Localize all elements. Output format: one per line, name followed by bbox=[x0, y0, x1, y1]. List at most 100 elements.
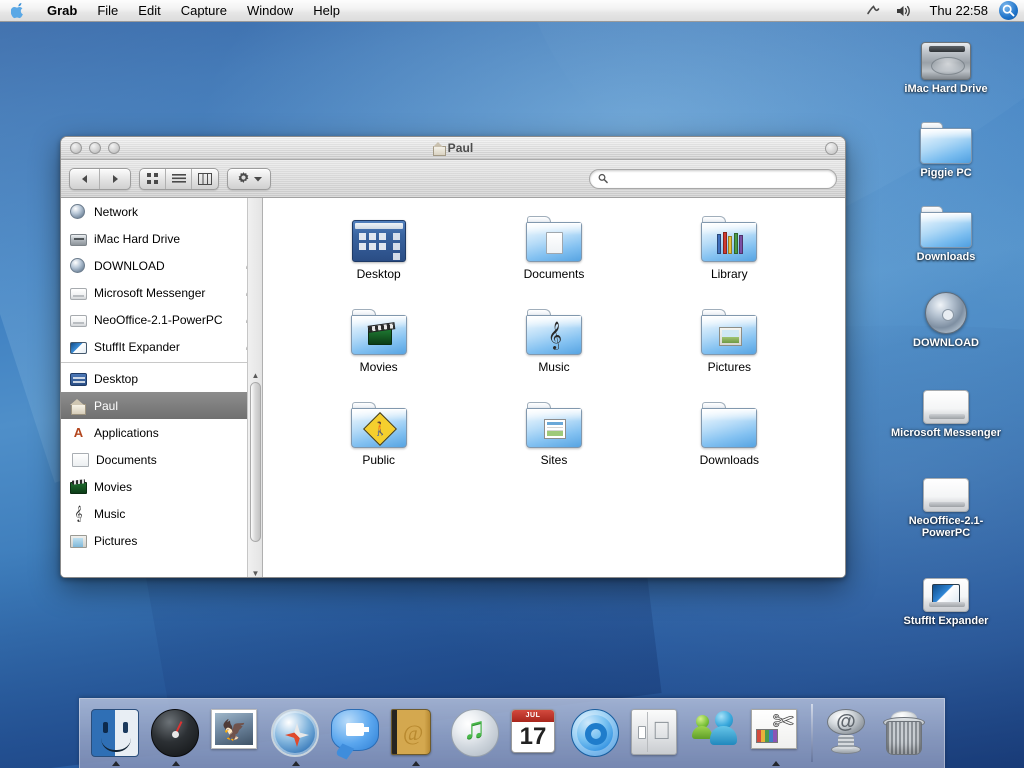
msn-messenger-icon[interactable] bbox=[691, 709, 741, 759]
menu-item-edit[interactable]: Edit bbox=[128, 0, 170, 21]
view-mode-buttons[interactable] bbox=[139, 167, 219, 190]
sidebar-item-documents[interactable]: Documents bbox=[61, 446, 262, 473]
file-item-sites[interactable]: Sites bbox=[466, 396, 641, 467]
toggle-toolbar-button[interactable] bbox=[825, 142, 838, 155]
menu-item-grab[interactable]: Grab bbox=[37, 0, 87, 21]
bluetooth-icon[interactable] bbox=[858, 0, 888, 21]
dock[interactable]: JUL 17  ✄ @ bbox=[79, 698, 945, 768]
dock-item-address-book[interactable] bbox=[386, 702, 446, 766]
desktop-icon-download[interactable]: DOWNLOAD bbox=[886, 282, 1006, 349]
sidebar-item-music[interactable]: 𝄞 Music bbox=[61, 500, 262, 527]
dock-item-quicktime[interactable] bbox=[566, 702, 626, 766]
sidebar-item-pictures[interactable]: Pictures bbox=[61, 527, 262, 554]
itunes-icon[interactable] bbox=[451, 709, 501, 759]
dock-item-system-preferences[interactable]:  bbox=[626, 702, 686, 766]
ical-day-label: 17 bbox=[519, 723, 547, 750]
navigation-buttons[interactable] bbox=[69, 167, 131, 190]
sidebar-item-applications[interactable]: A Applications bbox=[61, 419, 262, 446]
trash-full-icon[interactable] bbox=[883, 709, 933, 759]
safari-icon[interactable] bbox=[271, 709, 321, 759]
desktop-icon-stuffit-expander[interactable]: StuffIt Expander bbox=[886, 560, 1006, 627]
dock-item-itunes[interactable] bbox=[446, 702, 506, 766]
disk-image-icon bbox=[886, 282, 1006, 334]
dock-item-finder[interactable] bbox=[86, 702, 146, 766]
file-item-library[interactable]: Library bbox=[642, 210, 817, 281]
grab-icon[interactable]: ✄ bbox=[751, 706, 801, 759]
finder-sidebar[interactable]: Network iMac Hard Drive DOWNLOAD ⏏ Micro… bbox=[61, 198, 263, 578]
close-button[interactable] bbox=[70, 142, 82, 154]
window-title-bar[interactable]: Paul bbox=[61, 137, 845, 160]
menu-bar-clock[interactable]: Thu 22:58 bbox=[920, 3, 997, 18]
dock-item-msn-messenger[interactable] bbox=[686, 702, 746, 766]
minimize-button[interactable] bbox=[89, 142, 101, 154]
mail-icon[interactable] bbox=[211, 709, 261, 759]
ichat-icon[interactable] bbox=[331, 709, 381, 759]
file-item-desktop[interactable]: Desktop bbox=[291, 210, 466, 281]
file-item-pictures[interactable]: Pictures bbox=[642, 303, 817, 374]
dock-item-mail[interactable] bbox=[206, 702, 266, 766]
file-item-documents[interactable]: Documents bbox=[466, 210, 641, 281]
sidebar-item-neooffice[interactable]: NeoOffice-2.1-PowerPC ⏏ bbox=[61, 306, 262, 333]
zoom-button[interactable] bbox=[108, 142, 120, 154]
dock-item-dashboard[interactable] bbox=[146, 702, 206, 766]
scissors-icon: ✄ bbox=[772, 706, 794, 736]
ical-icon[interactable]: JUL 17 bbox=[511, 709, 561, 759]
finder-icon[interactable] bbox=[91, 709, 141, 759]
sidebar-item-imac-hard-drive[interactable]: iMac Hard Drive bbox=[61, 225, 262, 252]
quicktime-icon[interactable] bbox=[571, 709, 621, 759]
scroll-down-icon[interactable]: ▼ bbox=[248, 566, 262, 578]
address-book-icon[interactable] bbox=[391, 709, 441, 759]
action-gear-button[interactable] bbox=[227, 167, 271, 190]
file-item-music[interactable]: 𝄞 Music bbox=[466, 303, 641, 374]
home-icon bbox=[70, 398, 87, 415]
search-field[interactable] bbox=[589, 168, 837, 189]
dock-item-grab[interactable]: ✄ bbox=[746, 702, 806, 766]
file-item-public[interactable]: 🚶 Public bbox=[291, 396, 466, 467]
finder-file-area[interactable]: Desktop Documents Library Movies 𝄞 Music… bbox=[263, 198, 845, 577]
sidebar-item-microsoft-messenger[interactable]: Microsoft Messenger ⏏ bbox=[61, 279, 262, 306]
finder-window[interactable]: Paul Network iMac Hard Drive DOWNLOAD Mi… bbox=[60, 136, 846, 578]
window-controls[interactable] bbox=[61, 142, 120, 154]
dock-item-internet[interactable]: @ bbox=[818, 702, 878, 766]
column-view-icon[interactable] bbox=[192, 169, 218, 189]
file-item-movies[interactable]: Movies bbox=[291, 303, 466, 374]
sidebar-scrollbar-thumb[interactable] bbox=[250, 382, 261, 542]
spotlight-search-icon[interactable] bbox=[999, 1, 1018, 20]
icon-view-icon[interactable] bbox=[140, 168, 166, 189]
desktop-icon-piggie-pc[interactable]: Piggie PC bbox=[886, 112, 1006, 179]
desktop-icon-microsoft-messenger[interactable]: Microsoft Messenger bbox=[880, 372, 1012, 439]
apple-menu-icon[interactable] bbox=[0, 0, 37, 21]
dock-item-trash[interactable] bbox=[878, 702, 938, 766]
menu-item-file[interactable]: File bbox=[87, 0, 128, 21]
dock-item-ical[interactable]: JUL 17 bbox=[506, 702, 566, 766]
removable-disk-icon bbox=[70, 314, 87, 327]
sidebar-item-stuffit-expander[interactable]: StuffIt Expander ⏏ bbox=[61, 333, 262, 360]
scroll-up-icon[interactable]: ▲ bbox=[248, 368, 262, 382]
sidebar-item-desktop[interactable]: Desktop bbox=[61, 365, 262, 392]
sidebar-item-paul[interactable]: Paul bbox=[61, 392, 262, 419]
menu-item-help[interactable]: Help bbox=[303, 0, 350, 21]
dashboard-icon[interactable] bbox=[151, 709, 201, 759]
desktop-icon-neooffice[interactable]: NeoOffice-2.1-PowerPC bbox=[886, 460, 1006, 539]
menu-item-capture[interactable]: Capture bbox=[171, 0, 237, 21]
pictures-icon bbox=[70, 534, 87, 548]
back-arrow-icon[interactable] bbox=[70, 168, 100, 189]
desktop-icon-downloads[interactable]: Downloads bbox=[886, 196, 1006, 263]
dock-item-ichat[interactable] bbox=[326, 702, 386, 766]
finder-toolbar[interactable] bbox=[61, 160, 845, 198]
list-view-icon[interactable] bbox=[166, 168, 192, 189]
sidebar-scrollbar[interactable]: ▲ ▼ bbox=[247, 198, 262, 578]
forward-arrow-icon[interactable] bbox=[100, 169, 130, 189]
volume-icon[interactable] bbox=[888, 0, 920, 21]
sidebar-item-movies[interactable]: Movies bbox=[61, 473, 262, 500]
desktop-icon-imac-hard-drive[interactable]: iMac Hard Drive bbox=[886, 28, 1006, 95]
sidebar-item-download[interactable]: DOWNLOAD ⏏ bbox=[61, 252, 262, 279]
system-prefs-icon[interactable]:  bbox=[631, 709, 681, 759]
menu-item-window[interactable]: Window bbox=[237, 0, 303, 21]
search-input[interactable] bbox=[613, 172, 828, 185]
file-item-downloads[interactable]: Downloads bbox=[642, 396, 817, 467]
dock-item-safari[interactable] bbox=[266, 702, 326, 766]
sherlock-at-icon[interactable]: @ bbox=[823, 709, 873, 759]
downloads-folder-icon bbox=[642, 396, 817, 448]
sidebar-item-network[interactable]: Network bbox=[61, 198, 262, 225]
